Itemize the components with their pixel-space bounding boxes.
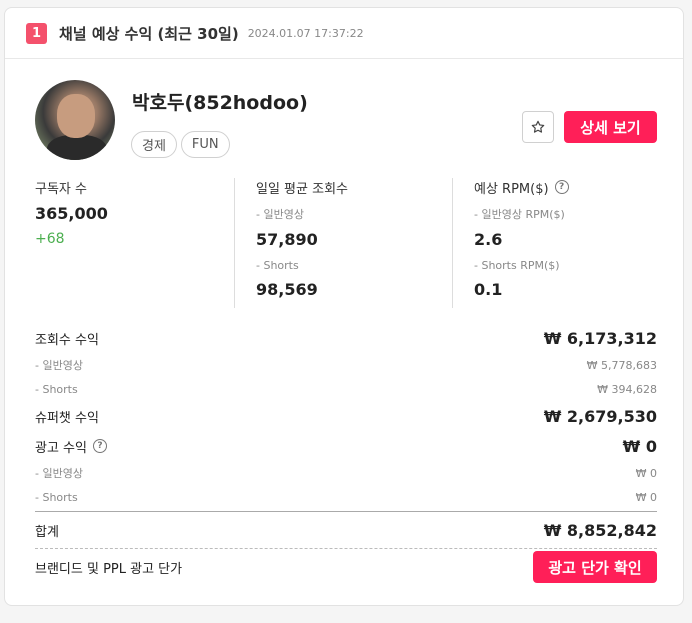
rpm-shorts-label: - Shorts RPM($) bbox=[474, 259, 560, 272]
rpm-shorts-value: 0.1 bbox=[474, 280, 503, 299]
detail-view-button[interactable]: 상세 보기 bbox=[564, 111, 657, 143]
ad-revenue-value: ₩ 0 bbox=[622, 436, 657, 456]
ad-shorts-value: ₩ 0 bbox=[635, 490, 657, 504]
card-title: 채널 예상 수익 (최근 30일) bbox=[59, 24, 239, 43]
superchat-value: ₩ 2,679,530 bbox=[543, 406, 657, 426]
total-row: 합계 ₩ 8,852,842 bbox=[35, 512, 657, 548]
daily-views-shorts-value: 98,569 bbox=[256, 280, 318, 299]
revenue-card: 1 채널 예상 수익 (최근 30일) 2024.01.07 17:37:22 … bbox=[4, 7, 684, 606]
daily-views-general-label: - 일반영상 bbox=[256, 208, 304, 221]
check-ad-price-button[interactable]: 광고 단가 확인 bbox=[533, 551, 657, 583]
ad-shorts-label: - Shorts bbox=[35, 490, 78, 504]
daily-views-shorts-label: - Shorts bbox=[256, 259, 299, 272]
view-general-label: - 일반영상 bbox=[35, 359, 83, 372]
timestamp: 2024.01.07 17:37:22 bbox=[247, 26, 364, 40]
avatar[interactable] bbox=[35, 80, 115, 160]
view-revenue-value: ₩ 6,173,312 bbox=[543, 328, 657, 348]
rpm-general-label: - 일반영상 RPM($) bbox=[474, 208, 565, 221]
daily-views-general-value: 57,890 bbox=[256, 230, 318, 249]
view-general-value: ₩ 5,778,683 bbox=[586, 358, 657, 372]
daily-views-label: 일일 평균 조회수 bbox=[256, 181, 348, 197]
superchat-row: 슈퍼챗 수익 ₩ 2,679,530 bbox=[35, 401, 657, 431]
channel-profile: 박호두(852hodoo) 경제 FUN 상세 보기 bbox=[35, 80, 657, 160]
view-revenue-label: 조회수 수익 bbox=[35, 332, 99, 348]
help-icon[interactable]: ? bbox=[554, 180, 569, 194]
dashed-divider bbox=[35, 548, 657, 549]
help-icon[interactable]: ? bbox=[92, 439, 107, 453]
subscribers-stat: 구독자 수 365,000 +68 bbox=[35, 178, 235, 308]
brand-ad-section: 브랜디드 및 PPL 광고 단가 광고 단가 확인 bbox=[35, 551, 657, 583]
ad-general-value: ₩ 0 bbox=[635, 466, 657, 480]
star-outline-icon bbox=[531, 120, 545, 133]
ad-shorts-row: - Shorts ₩ 0 bbox=[35, 485, 657, 509]
tag-fun[interactable]: FUN bbox=[180, 131, 230, 158]
subscribers-change: +68 bbox=[35, 231, 65, 247]
rpm-label: 예상 RPM($) bbox=[474, 181, 549, 197]
superchat-label: 슈퍼챗 수익 bbox=[35, 410, 99, 426]
total-label: 합계 bbox=[35, 524, 59, 540]
rank-badge: 1 bbox=[26, 22, 47, 44]
rpm-stat: 예상 RPM($) ? - 일반영상 RPM($) 2.6 - Shorts R… bbox=[452, 178, 672, 308]
revenue-breakdown: 조회수 수익 ₩ 6,173,312 - 일반영상 ₩ 5,778,683 - … bbox=[35, 323, 657, 549]
channel-tags: 경제 FUN bbox=[131, 131, 230, 158]
ad-revenue-label-group: 광고 수익 ? bbox=[35, 437, 107, 456]
view-revenue-row: 조회수 수익 ₩ 6,173,312 bbox=[35, 323, 657, 353]
ad-general-row: - 일반영상 ₩ 0 bbox=[35, 461, 657, 485]
view-shorts-label: - Shorts bbox=[35, 382, 78, 396]
total-value: ₩ 8,852,842 bbox=[543, 520, 657, 540]
stats-section: 구독자 수 365,000 +68 일일 평균 조회수 - 일반영상 57,89… bbox=[5, 178, 685, 308]
card-header: 1 채널 예상 수익 (최근 30일) 2024.01.07 17:37:22 bbox=[5, 8, 683, 59]
view-general-row: - 일반영상 ₩ 5,778,683 bbox=[35, 353, 657, 377]
rpm-label-row: 예상 RPM($) ? bbox=[474, 178, 672, 197]
favorite-button[interactable] bbox=[522, 111, 554, 143]
daily-views-stat: 일일 평균 조회수 - 일반영상 57,890 - Shorts 98,569 bbox=[234, 178, 453, 308]
ad-revenue-row: 광고 수익 ? ₩ 0 bbox=[35, 431, 657, 461]
subscribers-value: 365,000 bbox=[35, 204, 108, 223]
tag-economy[interactable]: 경제 bbox=[131, 131, 177, 158]
view-shorts-value: ₩ 394,628 bbox=[597, 382, 657, 396]
ad-general-label: - 일반영상 bbox=[35, 467, 83, 480]
ad-revenue-label: 광고 수익 bbox=[35, 440, 87, 456]
brand-ad-label: 브랜디드 및 PPL 광고 단가 bbox=[35, 561, 183, 577]
channel-name[interactable]: 박호두(852hodoo) bbox=[132, 88, 308, 115]
view-shorts-row: - Shorts ₩ 394,628 bbox=[35, 377, 657, 401]
subscribers-label: 구독자 수 bbox=[35, 181, 87, 197]
rpm-general-value: 2.6 bbox=[474, 230, 503, 249]
